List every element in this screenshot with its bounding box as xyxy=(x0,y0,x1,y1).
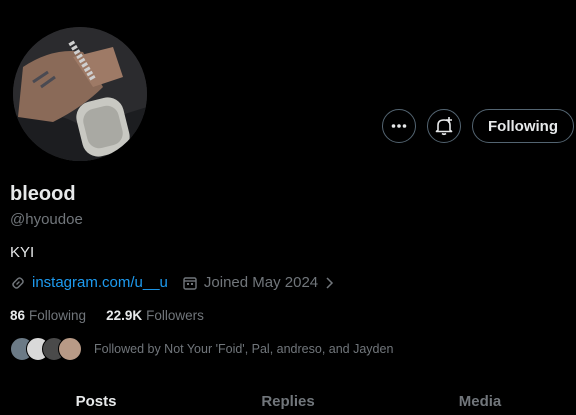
profile-tabs: Posts Replies Media xyxy=(0,393,576,410)
user-handle: @hyoudoe xyxy=(10,211,83,228)
joined-label: Joined May 2024 xyxy=(203,274,319,291)
followers-count-link[interactable]: 22.9K Followers xyxy=(106,308,204,323)
following-button[interactable]: Following xyxy=(472,109,574,143)
followed-by-text: Followed by Not Your 'Foid', Pal, andres… xyxy=(94,342,394,356)
follow-counts: 86 Following 22.9K Followers xyxy=(10,308,204,323)
following-count-link[interactable]: 86 Following xyxy=(10,308,86,323)
avatar-photo xyxy=(13,27,147,161)
followed-by[interactable]: Followed by Not Your 'Foid', Pal, andres… xyxy=(10,337,393,361)
display-name: bleood xyxy=(10,183,76,205)
profile-avatar[interactable] xyxy=(13,27,147,161)
profile-link[interactable]: instagram.com/u__u xyxy=(32,274,168,291)
tab-posts[interactable]: Posts xyxy=(0,393,192,410)
following-label: Following xyxy=(29,308,87,323)
profile-actions: Following xyxy=(382,109,574,143)
calendar-icon xyxy=(183,276,197,290)
more-horizontal-icon xyxy=(391,124,407,128)
following-count: 86 xyxy=(10,308,26,323)
tab-media[interactable]: Media xyxy=(384,393,576,410)
follower-avatar xyxy=(58,337,82,361)
joined-date[interactable]: Joined May 2024 xyxy=(182,274,336,291)
bio-text: KYI xyxy=(10,244,35,261)
profile-meta: instagram.com/u__u Joined May 2024 xyxy=(10,274,336,291)
tab-replies[interactable]: Replies xyxy=(192,393,384,410)
chevron-right-icon xyxy=(326,276,334,289)
followers-label: Followers xyxy=(146,308,204,323)
bell-plus-icon xyxy=(435,117,453,136)
link-icon xyxy=(12,276,24,289)
notify-button[interactable] xyxy=(427,109,462,143)
followers-count: 22.9K xyxy=(106,308,143,323)
more-button[interactable] xyxy=(382,109,417,143)
